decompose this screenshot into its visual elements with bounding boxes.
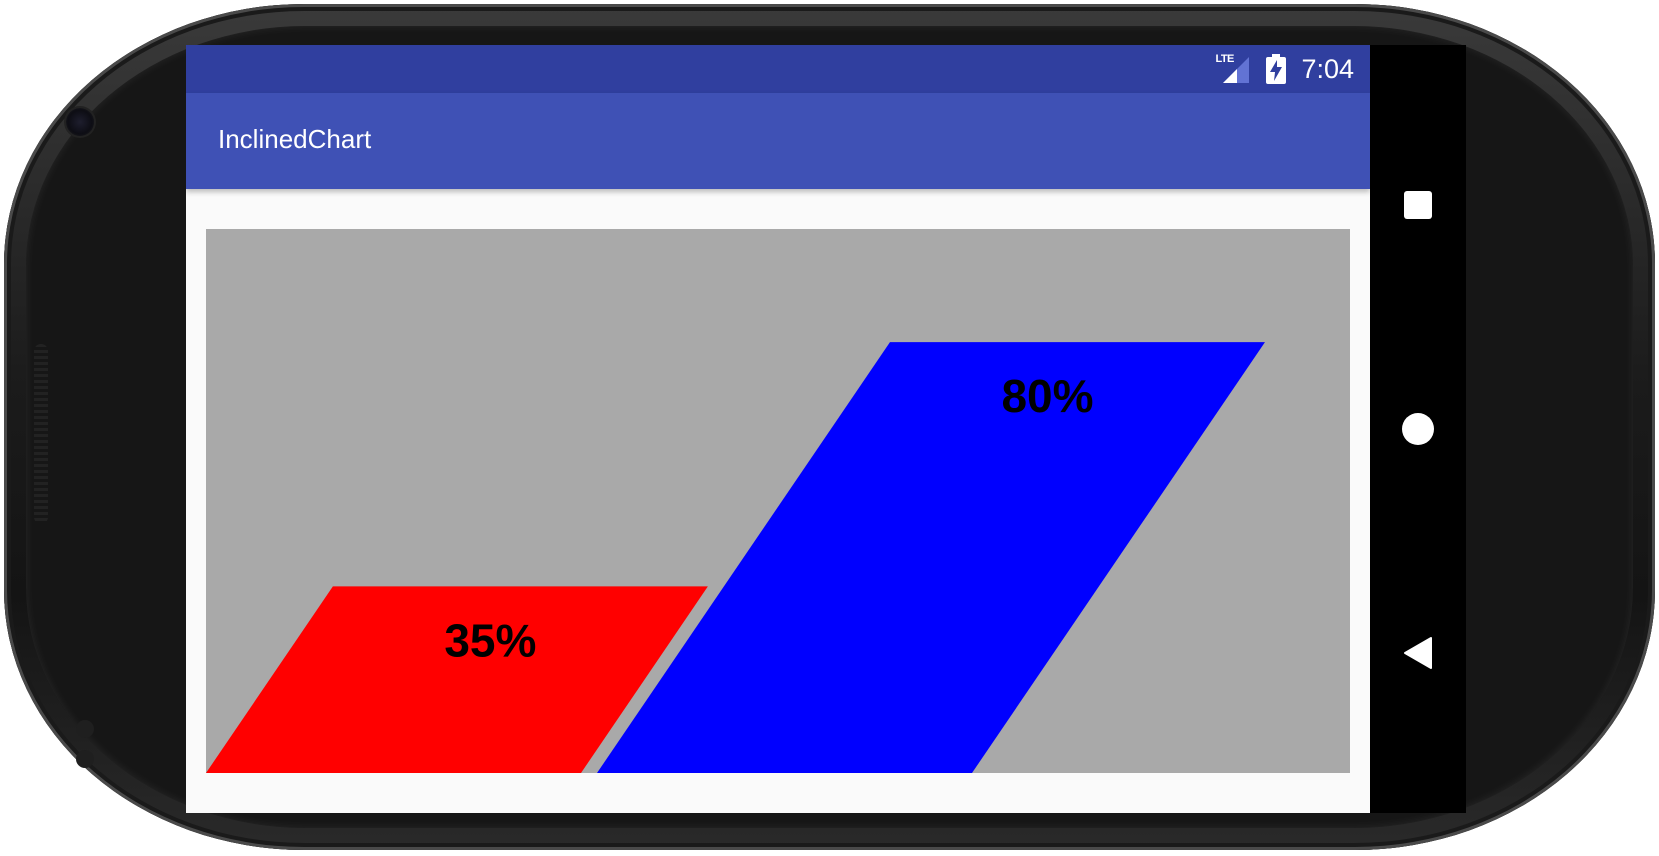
inclined-chart: 35% 80% [206,229,1350,773]
bar-2 [597,342,1265,773]
chart-canvas: 35% 80% [206,342,1265,773]
back-button[interactable] [1370,605,1466,701]
front-camera [66,108,94,136]
triangle-back-icon [1404,637,1432,669]
app-toolbar: InclinedChart [186,93,1370,189]
bar-label-1: 35% [444,614,536,666]
light-sensor [76,750,94,768]
speaker-grille [34,344,48,524]
device-screen: LTE 7:04 InclinedChart 35% 80% [186,45,1466,813]
battery-charging-icon [1266,54,1287,84]
app-title: InclinedChart [218,124,372,154]
recents-button[interactable] [1370,157,1466,253]
status-bar: LTE 7:04 [186,45,1370,93]
signal-icon: LTE [1215,53,1251,85]
navigation-bar [1370,45,1466,813]
status-icons: LTE 7:04 [1215,45,1354,93]
proximity-sensor [76,720,94,738]
bar-label-2: 80% [1001,370,1093,422]
square-icon [1404,191,1432,219]
status-clock: 7:04 [1301,53,1354,84]
home-button[interactable] [1370,381,1466,477]
circle-icon [1402,413,1434,445]
app-window: LTE 7:04 InclinedChart 35% 80% [186,45,1370,813]
